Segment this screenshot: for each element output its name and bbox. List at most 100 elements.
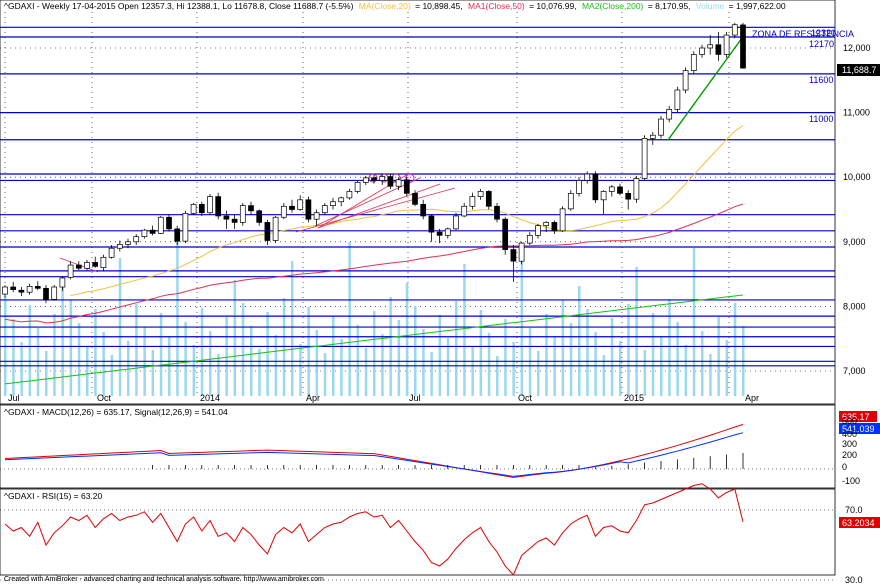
candle-body — [338, 197, 345, 203]
volume-bar — [348, 242, 351, 396]
macd-header: ^GDAXI - MACD(12,26) = 635.17, Signal(12… — [4, 407, 228, 417]
candle-body — [510, 249, 517, 262]
candle-body — [297, 199, 304, 210]
candle-body — [59, 277, 66, 288]
macd-tick-label: 400 — [842, 429, 857, 439]
candle-body — [264, 222, 271, 241]
rsi-tick-label: 70.0 — [845, 505, 863, 515]
volume-bar — [69, 300, 73, 396]
candle-body — [395, 179, 402, 187]
candle-body — [731, 24, 738, 36]
volume-bar — [586, 309, 589, 396]
candle-body — [51, 286, 58, 300]
candle-body — [330, 201, 336, 206]
price-tick-label: 8,000 — [843, 301, 866, 311]
volume-bar — [159, 313, 163, 396]
candle-body — [2, 286, 8, 295]
price-header: ^GDAXI - Weekly 17-04-2015 Open 12357.3,… — [4, 1, 354, 11]
candle-body — [133, 236, 140, 243]
candle-body — [428, 215, 435, 233]
chart-stage: 12,000 11,000 10,000 9,000 8,000 7,000 Jul Oct… — [0, 0, 880, 585]
candle-body — [551, 222, 558, 232]
volume-bar — [414, 306, 417, 396]
candle-body — [149, 229, 156, 234]
volume-bar — [299, 344, 302, 396]
candle-body — [420, 203, 427, 217]
candle-body — [403, 179, 410, 194]
price-tick-label: 12,000 — [843, 43, 871, 53]
ma50-value: = 10,076.99, — [529, 1, 577, 11]
volume-bar — [471, 347, 474, 396]
candle-body — [658, 118, 664, 136]
candle-body — [84, 262, 90, 269]
price-tick-label: 10,000 — [843, 172, 871, 182]
candle-body — [248, 205, 254, 212]
volume-bar — [151, 350, 155, 396]
rsi-value: 63.2034 — [842, 518, 875, 528]
candle-body — [26, 286, 33, 293]
candle-body — [584, 173, 591, 181]
candle-body — [641, 138, 648, 179]
candle-body — [207, 196, 213, 214]
volume-value: = 1,997,622.00 — [729, 1, 786, 11]
time-tick-label: 2014 — [200, 393, 220, 403]
candle-body — [100, 256, 107, 268]
candle-body — [518, 242, 525, 262]
candle-body — [699, 47, 705, 55]
candle-body — [412, 193, 418, 205]
candle-body — [198, 203, 205, 214]
level-label-11000: 11000 — [809, 114, 833, 124]
volume-bar — [323, 353, 327, 396]
price-tick-label: 9,000 — [843, 237, 866, 247]
rsi-panel[interactable] — [0, 488, 836, 576]
volume-bar — [12, 319, 15, 396]
volume-bar — [504, 319, 507, 396]
volume-bar — [594, 332, 597, 396]
volume-bar — [332, 316, 335, 396]
macd-tick-label: 200 — [842, 450, 857, 460]
volume-bar — [381, 334, 384, 396]
price-axis: 12,000 11,000 10,000 9,000 8,000 7,000 — [843, 43, 871, 376]
candle-body — [485, 191, 492, 207]
macd-panel[interactable] — [0, 404, 836, 489]
svg-text:^GDAXI - Weekly 17-04-2015 Ope: ^GDAXI - Weekly 17-04-2015 Open 12357.3,… — [4, 1, 786, 11]
volume-bar — [94, 309, 97, 396]
price-tick-label: 11,000 — [843, 108, 870, 118]
candle-body — [280, 205, 287, 218]
volume-bar — [184, 322, 187, 396]
candle-body — [625, 193, 632, 200]
candle-body — [354, 182, 361, 192]
time-tick-label: Apr — [745, 393, 759, 403]
candle-body — [461, 205, 468, 217]
candle-body — [182, 213, 189, 242]
volume-bar — [209, 331, 212, 396]
candle-body — [305, 199, 312, 220]
candle-body — [576, 180, 582, 194]
candle-body — [740, 24, 746, 69]
volume-bar — [176, 239, 179, 396]
candle-body — [592, 173, 599, 201]
volume-bar — [430, 352, 433, 396]
volume-bar — [684, 345, 688, 396]
volume-bar — [569, 323, 573, 396]
candle-body — [535, 225, 541, 236]
level-label-12170: 12170 — [809, 39, 834, 49]
footer-credit: Created with AmiBroker - advanced charti… — [4, 576, 324, 583]
volume-bar — [676, 322, 679, 396]
candle-body — [453, 215, 459, 230]
volume-bar — [528, 328, 532, 396]
candle-body — [600, 191, 607, 201]
volume-bar — [512, 342, 515, 396]
volume-bar — [545, 314, 548, 396]
volume-bar — [356, 325, 360, 396]
ma20-legend: MA(Close,20) — [359, 1, 411, 11]
time-tick-label: Oct — [518, 393, 533, 403]
candle-body — [272, 216, 279, 241]
volume-bar — [496, 356, 499, 396]
candle-body — [526, 234, 533, 244]
volume-bar — [45, 351, 48, 396]
candle-body — [444, 228, 451, 236]
candle-body — [174, 228, 181, 242]
candle-body — [231, 218, 238, 223]
volume-bar — [315, 330, 319, 396]
